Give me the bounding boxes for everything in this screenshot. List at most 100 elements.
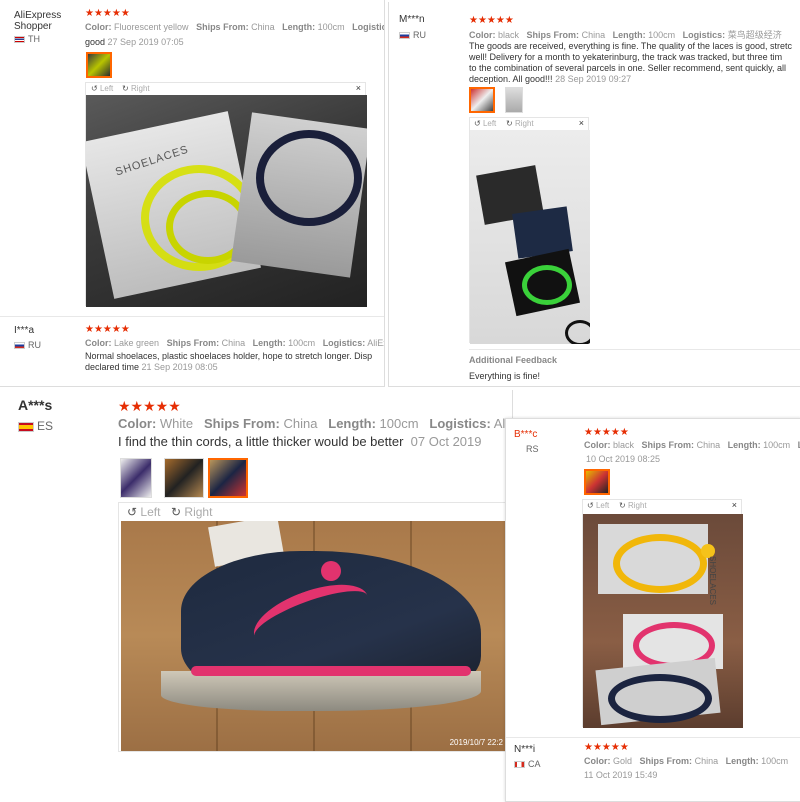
reviewer-name: A***s [18,397,53,413]
viewer-toolbar: ↺ Left ↻ Right × [583,500,741,512]
rotate-left-button[interactable]: ↺ Left [91,84,113,93]
rotate-right-button[interactable]: ↻ Right [122,84,150,93]
rotate-left-label: Left [482,119,497,128]
length-label: Length: [252,338,286,348]
ships-label: Ships From: [203,416,280,431]
reviewer-name: N***i [514,744,536,755]
divider [0,316,384,317]
flag-th-icon [14,36,25,44]
ships-value: China [251,22,275,32]
product-meta: Color: black Ships From: China Length: 1… [469,28,782,41]
reviewer-country: CA [514,759,541,769]
viewer-toolbar: ↺ Left ↻ Right × [86,83,365,95]
review-thumbnail[interactable] [505,87,523,113]
rotate-right-button[interactable]: ↻ Right [619,501,647,510]
review-text: The goods are received, everything is fi… [469,41,800,85]
shoe-sole [161,671,481,711]
star-rating: ★★★★★ [469,15,514,26]
length-label: Length: [727,440,761,450]
color-value: Fluorescent yellow [114,22,189,32]
review-thumbnail[interactable] [584,469,610,495]
rotate-right-icon: ↻ [506,119,513,128]
divider [469,349,800,350]
review-thumbnail[interactable] [164,458,204,498]
country-code: RU [28,340,41,350]
length-value: 100cm [761,756,789,766]
review-thumbnail[interactable] [86,52,112,78]
ships-value: China [696,440,721,450]
flag-es-icon [18,421,34,432]
review-text: I find the thin cords, a little thicker … [118,435,482,448]
review-date: 27 Sep 2019 07:05 [107,37,184,47]
product-meta: Color: black Ships From: China Length: 1… [584,440,800,450]
rotate-left-button[interactable]: ↺ Left [474,119,496,128]
product-meta: Color: White Ships From: China Length: 1… [118,416,512,431]
review-thumbnail[interactable] [208,458,248,498]
review-panel-3: A***s ES ★★★★★ Color: White Ships From: … [0,390,513,800]
flag-ca-icon [514,761,525,769]
image-viewer: ↺ Left ↻ Right × SHOELACES [85,82,367,307]
image-viewer: ↺ Left ↻ Right × SHOELACES [582,499,743,728]
logistics-label: Logistics [352,22,384,32]
viewer-toolbar: ↺ Left ↻ Right × [470,118,588,130]
review-panel-1: AliExpress Shopper TH ★★★★★ Color: Fluor… [0,0,385,387]
color-value: black [613,440,635,450]
country-code: CA [528,759,541,769]
country-code: TH [28,34,40,44]
flag-ru-icon [14,342,25,350]
logistics-label: Logistics: [322,338,366,348]
review-thumbnail[interactable] [120,458,152,498]
rotate-left-button[interactable]: ↺ Left [127,505,160,519]
ships-label: Ships From: [639,756,693,766]
additional-feedback-text: Everything is fine! [469,371,541,381]
rotate-left-button[interactable]: ↺ Left [587,501,609,510]
ships-label: Ships From: [526,30,580,40]
product-meta: Color: Gold Ships From: China Length: 10… [584,756,788,766]
ships-value: China [581,30,606,40]
rotate-left-label: Left [595,501,610,510]
logistics-label: Logistics: [429,416,491,431]
review-photo: SHOELACES [86,95,367,307]
reviewer-country: ES [18,419,53,433]
color-label: Color: [469,30,496,40]
length-value: 100cm [763,440,791,450]
star-rating: ★★★★★ [584,427,629,438]
shoe-pink-trim [191,666,471,676]
star-rating: ★★★★★ [584,742,629,753]
close-icon[interactable]: × [732,500,737,510]
color-label: Color: [85,22,112,32]
rotate-right-label: Right [514,119,534,128]
close-icon[interactable]: × [356,83,361,93]
rotate-right-button[interactable]: ↻ Right [506,119,534,128]
length-label: Length: [725,756,759,766]
image-viewer: ↺ Left ↻ Right × [469,117,590,344]
image-viewer: ↺ Left ↻ Right 2019/10/7 22:2 [118,502,508,752]
close-icon[interactable]: × [579,118,584,128]
reviewer-country: RU [399,30,426,40]
logistics-label: Logistics: [682,30,726,40]
color-label: Color: [584,440,611,450]
logistics-value: 菜鸟超级经济 [727,30,782,40]
photo-timestamp: 2019/10/7 22:2 [449,738,503,747]
rotate-right-icon: ↻ [171,505,182,519]
rotate-left-icon: ↺ [474,119,481,128]
length-value: 100cm [288,338,316,348]
country-code: RU [413,30,426,40]
rotate-right-label: Right [130,84,150,93]
rotate-right-button[interactable]: ↻ Right [171,505,212,519]
review-date: 10 Oct 2019 08:25 [586,454,661,464]
color-label: Color: [118,416,157,431]
ships-value: China [283,416,318,431]
length-value: 100cm [317,22,345,32]
product-meta: Color: Lake green Ships From: China Leng… [85,338,384,348]
reviewer-country: RS [526,444,539,454]
color-label: Color: [584,756,611,766]
rotate-right-label: Right [184,505,213,519]
color-value: black [498,30,520,40]
review-thumbnail[interactable] [469,87,495,113]
review-text: Normal shoelaces, plastic shoelaces hold… [85,351,384,373]
star-rating: ★★★★★ [85,324,130,335]
length-label: Length: [282,22,316,32]
color-value: Gold [613,756,633,766]
laces-dark [608,674,712,723]
